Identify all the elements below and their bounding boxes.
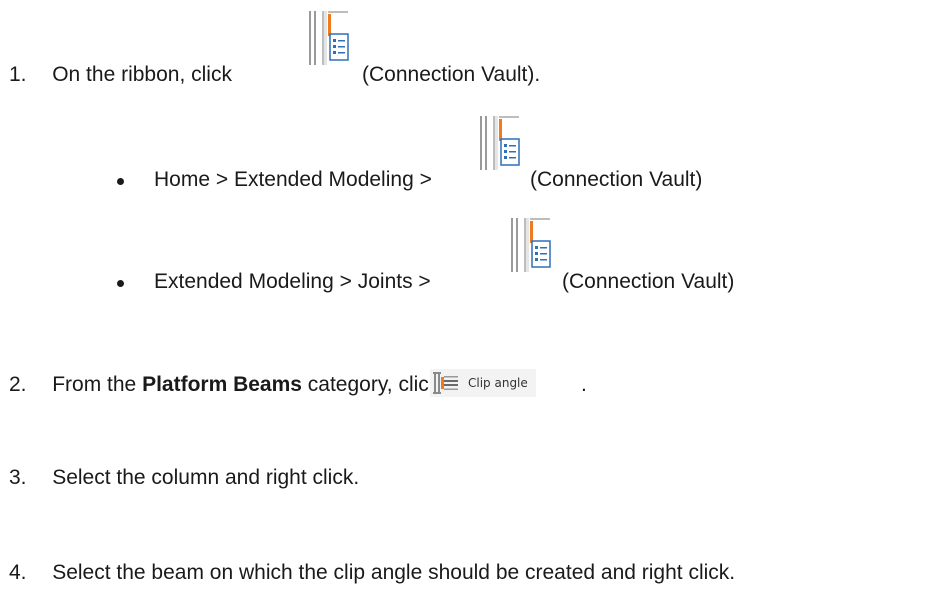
path-text-after: (Connection Vault) — [530, 168, 703, 191]
step-text: Select the column and right click. — [52, 466, 360, 489]
path-text: Extended Modeling > Joints > — [154, 270, 431, 293]
connection-vault-icon[interactable] — [479, 115, 521, 177]
bullet — [117, 178, 124, 185]
step-number: 1. — [9, 63, 27, 86]
step-text: On the ribbon, click — [52, 63, 232, 86]
step-text-after: . — [581, 373, 587, 396]
step-2: 2. From the Platform Beams category, cli… — [9, 372, 439, 398]
clip-angle-button[interactable]: Clip angle — [430, 369, 536, 397]
step-number: 4. — [9, 561, 27, 584]
path-1-after: (Connection Vault) — [530, 167, 702, 193]
path-2: Extended Modeling > Joints > — [154, 269, 431, 295]
connection-vault-icon[interactable] — [308, 10, 350, 72]
path-1: Home > Extended Modeling > — [154, 167, 432, 193]
step-text-middle: category, click — [301, 373, 440, 396]
clip-angle-icon — [433, 372, 458, 394]
step-number: 2. — [9, 373, 27, 396]
step-4: 4. Select the beam on which the clip ang… — [9, 560, 735, 586]
category-name: Platform Beams — [142, 373, 302, 396]
step-1: 1. On the ribbon, click — [9, 62, 232, 88]
clip-angle-label: Clip angle — [468, 376, 528, 390]
step-text: From the — [52, 373, 143, 396]
connection-vault-icon[interactable] — [510, 217, 552, 279]
path-text-after: (Connection Vault) — [562, 270, 735, 293]
step-number: 3. — [9, 466, 27, 489]
step-2-after: . — [581, 372, 587, 398]
step-1-after: (Connection Vault). — [362, 62, 540, 88]
step-3: 3. Select the column and right click. — [9, 465, 359, 491]
step-text: Select the beam on which the clip angle … — [52, 561, 736, 584]
step-text-after: (Connection Vault). — [362, 63, 541, 86]
bullet — [117, 280, 124, 287]
path-2-after: (Connection Vault) — [562, 269, 734, 295]
path-text: Home > Extended Modeling > — [154, 168, 432, 191]
